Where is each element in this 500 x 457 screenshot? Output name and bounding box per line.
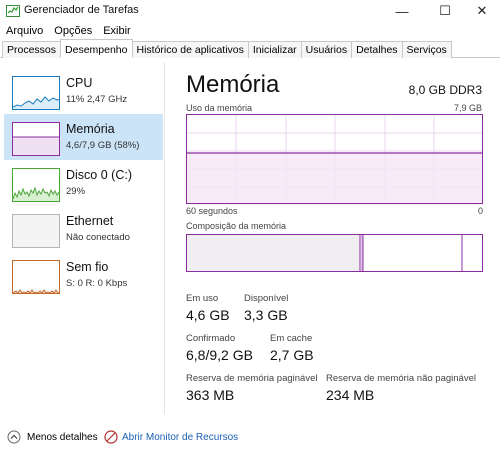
tab-processos[interactable]: Processos: [2, 41, 62, 58]
resource-sidebar: CPU 11% 2,47 GHz Memória 4,6/7,9 GB (58%…: [0, 62, 165, 414]
disk-mini-graph: [12, 168, 60, 202]
cpu-mini-graph: [12, 76, 60, 110]
tab-historico[interactable]: Histórico de aplicativos: [131, 41, 249, 58]
sidebar-item-sub: Não conectado: [66, 232, 130, 243]
time-span-label: 60 segundos: [186, 206, 238, 216]
tab-usuarios[interactable]: Usuários: [300, 41, 353, 58]
stat-paginavel-value: 363 MB: [186, 387, 235, 403]
stat-nao-paginavel-value: 234 MB: [326, 387, 375, 403]
stat-em-uso-value: 4,6 GB: [186, 307, 230, 323]
menu-arquivo[interactable]: Arquivo: [0, 23, 48, 39]
sidebar-item-label: Disco 0 (C:): [66, 168, 132, 182]
menu-opcoes[interactable]: Opções: [48, 23, 97, 39]
stat-confirmado-value: 6,8/9,2 GB: [186, 347, 253, 363]
memory-composition-bar: [186, 234, 483, 272]
resource-monitor-icon: [104, 430, 118, 444]
stat-confirmado-label: Confirmado: [186, 333, 236, 344]
ethernet-mini-graph: [12, 214, 60, 248]
memory-usage-fill: [187, 153, 482, 203]
memory-spec: 8,0 GB DDR3: [408, 83, 482, 97]
stat-em-uso-label: Em uso: [186, 293, 219, 304]
page-title: Memória: [186, 71, 280, 98]
sidebar-item-label: CPU: [66, 76, 93, 90]
sidebar-item-sub: 11% 2,47 GHz: [66, 94, 128, 105]
sidebar-item-disco[interactable]: Disco 0 (C:) 29%: [4, 160, 163, 206]
open-resource-monitor-link[interactable]: Abrir Monitor de Recursos: [122, 432, 238, 443]
usage-graph-max: 7,9 GB: [453, 103, 482, 113]
tab-detalhes[interactable]: Detalhes: [351, 41, 403, 58]
memory-usage-graph: [186, 114, 483, 204]
wifi-mini-graph: [12, 260, 60, 294]
sidebar-item-label: Memória: [66, 122, 115, 136]
composition-label: Composição da memória: [186, 221, 287, 231]
tab-inicializar[interactable]: Inicializar: [247, 41, 302, 58]
tab-strip: Processos Desempenho Histórico de aplica…: [0, 39, 500, 58]
tab-servicos[interactable]: Serviços: [401, 41, 452, 58]
memory-mini-graph: [12, 122, 60, 156]
sidebar-item-memoria[interactable]: Memória 4,6/7,9 GB (58%): [4, 114, 163, 160]
usage-graph-label: Uso da memória: [186, 103, 253, 113]
sidebar-item-cpu[interactable]: CPU 11% 2,47 GHz: [4, 68, 163, 114]
time-zero-label: 0: [478, 206, 484, 216]
menu-exibir[interactable]: Exibir: [97, 23, 136, 39]
minimize-button[interactable]: —: [382, 0, 422, 22]
less-details-button[interactable]: Menos detalhes: [27, 432, 98, 443]
sidebar-item-sem-fio[interactable]: Sem fio S: 0 R: 0 Kbps: [4, 252, 163, 298]
stat-em-cache-label: Em cache: [270, 333, 313, 344]
sidebar-item-sub: 4,6/7,9 GB (58%): [66, 140, 140, 151]
tab-desempenho[interactable]: Desempenho: [60, 39, 133, 58]
maximize-button[interactable]: ☐: [425, 0, 465, 22]
footer-bar: Menos detalhes Abrir Monitor de Recursos: [0, 426, 500, 450]
menu-bar: Arquivo Opções Exibir: [0, 23, 136, 39]
task-manager-icon: [6, 5, 20, 17]
stat-nao-paginavel-label: Reserva de memória não paginável: [326, 373, 476, 384]
close-button[interactable]: ✕: [462, 0, 500, 22]
stat-paginavel-label: Reserva de memória paginável: [186, 373, 318, 384]
stat-disponivel-value: 3,3 GB: [244, 307, 288, 323]
sidebar-item-sub: S: 0 R: 0 Kbps: [66, 278, 128, 289]
title-bar: Gerenciador de Tarefas — ☐ ✕: [0, 0, 500, 22]
sidebar-item-label: Ethernet: [66, 214, 114, 228]
chevron-up-icon[interactable]: [7, 430, 21, 444]
stat-em-cache-value: 2,7 GB: [270, 347, 314, 363]
sidebar-item-label: Sem fio: [66, 260, 109, 274]
stat-disponivel-label: Disponível: [244, 293, 289, 304]
sidebar-item-ethernet[interactable]: Ethernet Não conectado: [4, 206, 163, 252]
sidebar-item-sub: 29%: [66, 186, 86, 197]
window-title: Gerenciador de Tarefas: [24, 4, 139, 16]
